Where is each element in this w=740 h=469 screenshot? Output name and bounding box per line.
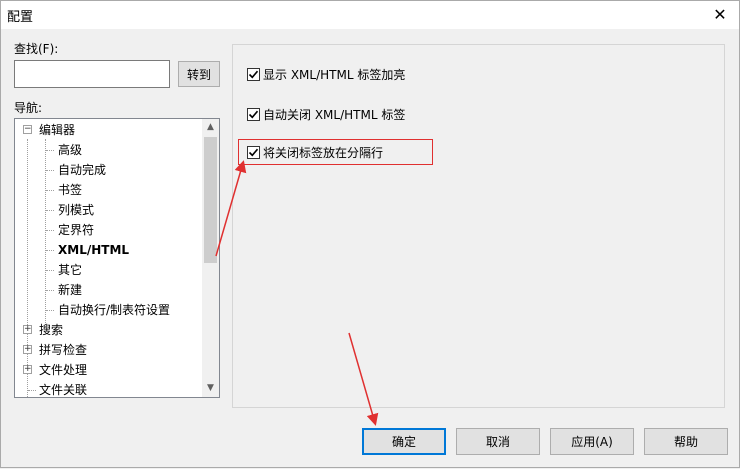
- cancel-button[interactable]: 取消: [456, 428, 540, 455]
- arrow-to-option: [215, 160, 247, 257]
- config-dialog: 配置 ✕ 查找(F): 转到 导航: − 编辑器 高级 自动完成 书签 列模式: [0, 0, 740, 468]
- arrow-to-ok: [348, 332, 379, 426]
- apply-button[interactable]: 应用(A): [550, 428, 634, 455]
- ok-button[interactable]: 确定: [362, 428, 446, 455]
- help-button[interactable]: 帮助: [644, 428, 728, 455]
- annotation-arrows: [215, 160, 379, 426]
